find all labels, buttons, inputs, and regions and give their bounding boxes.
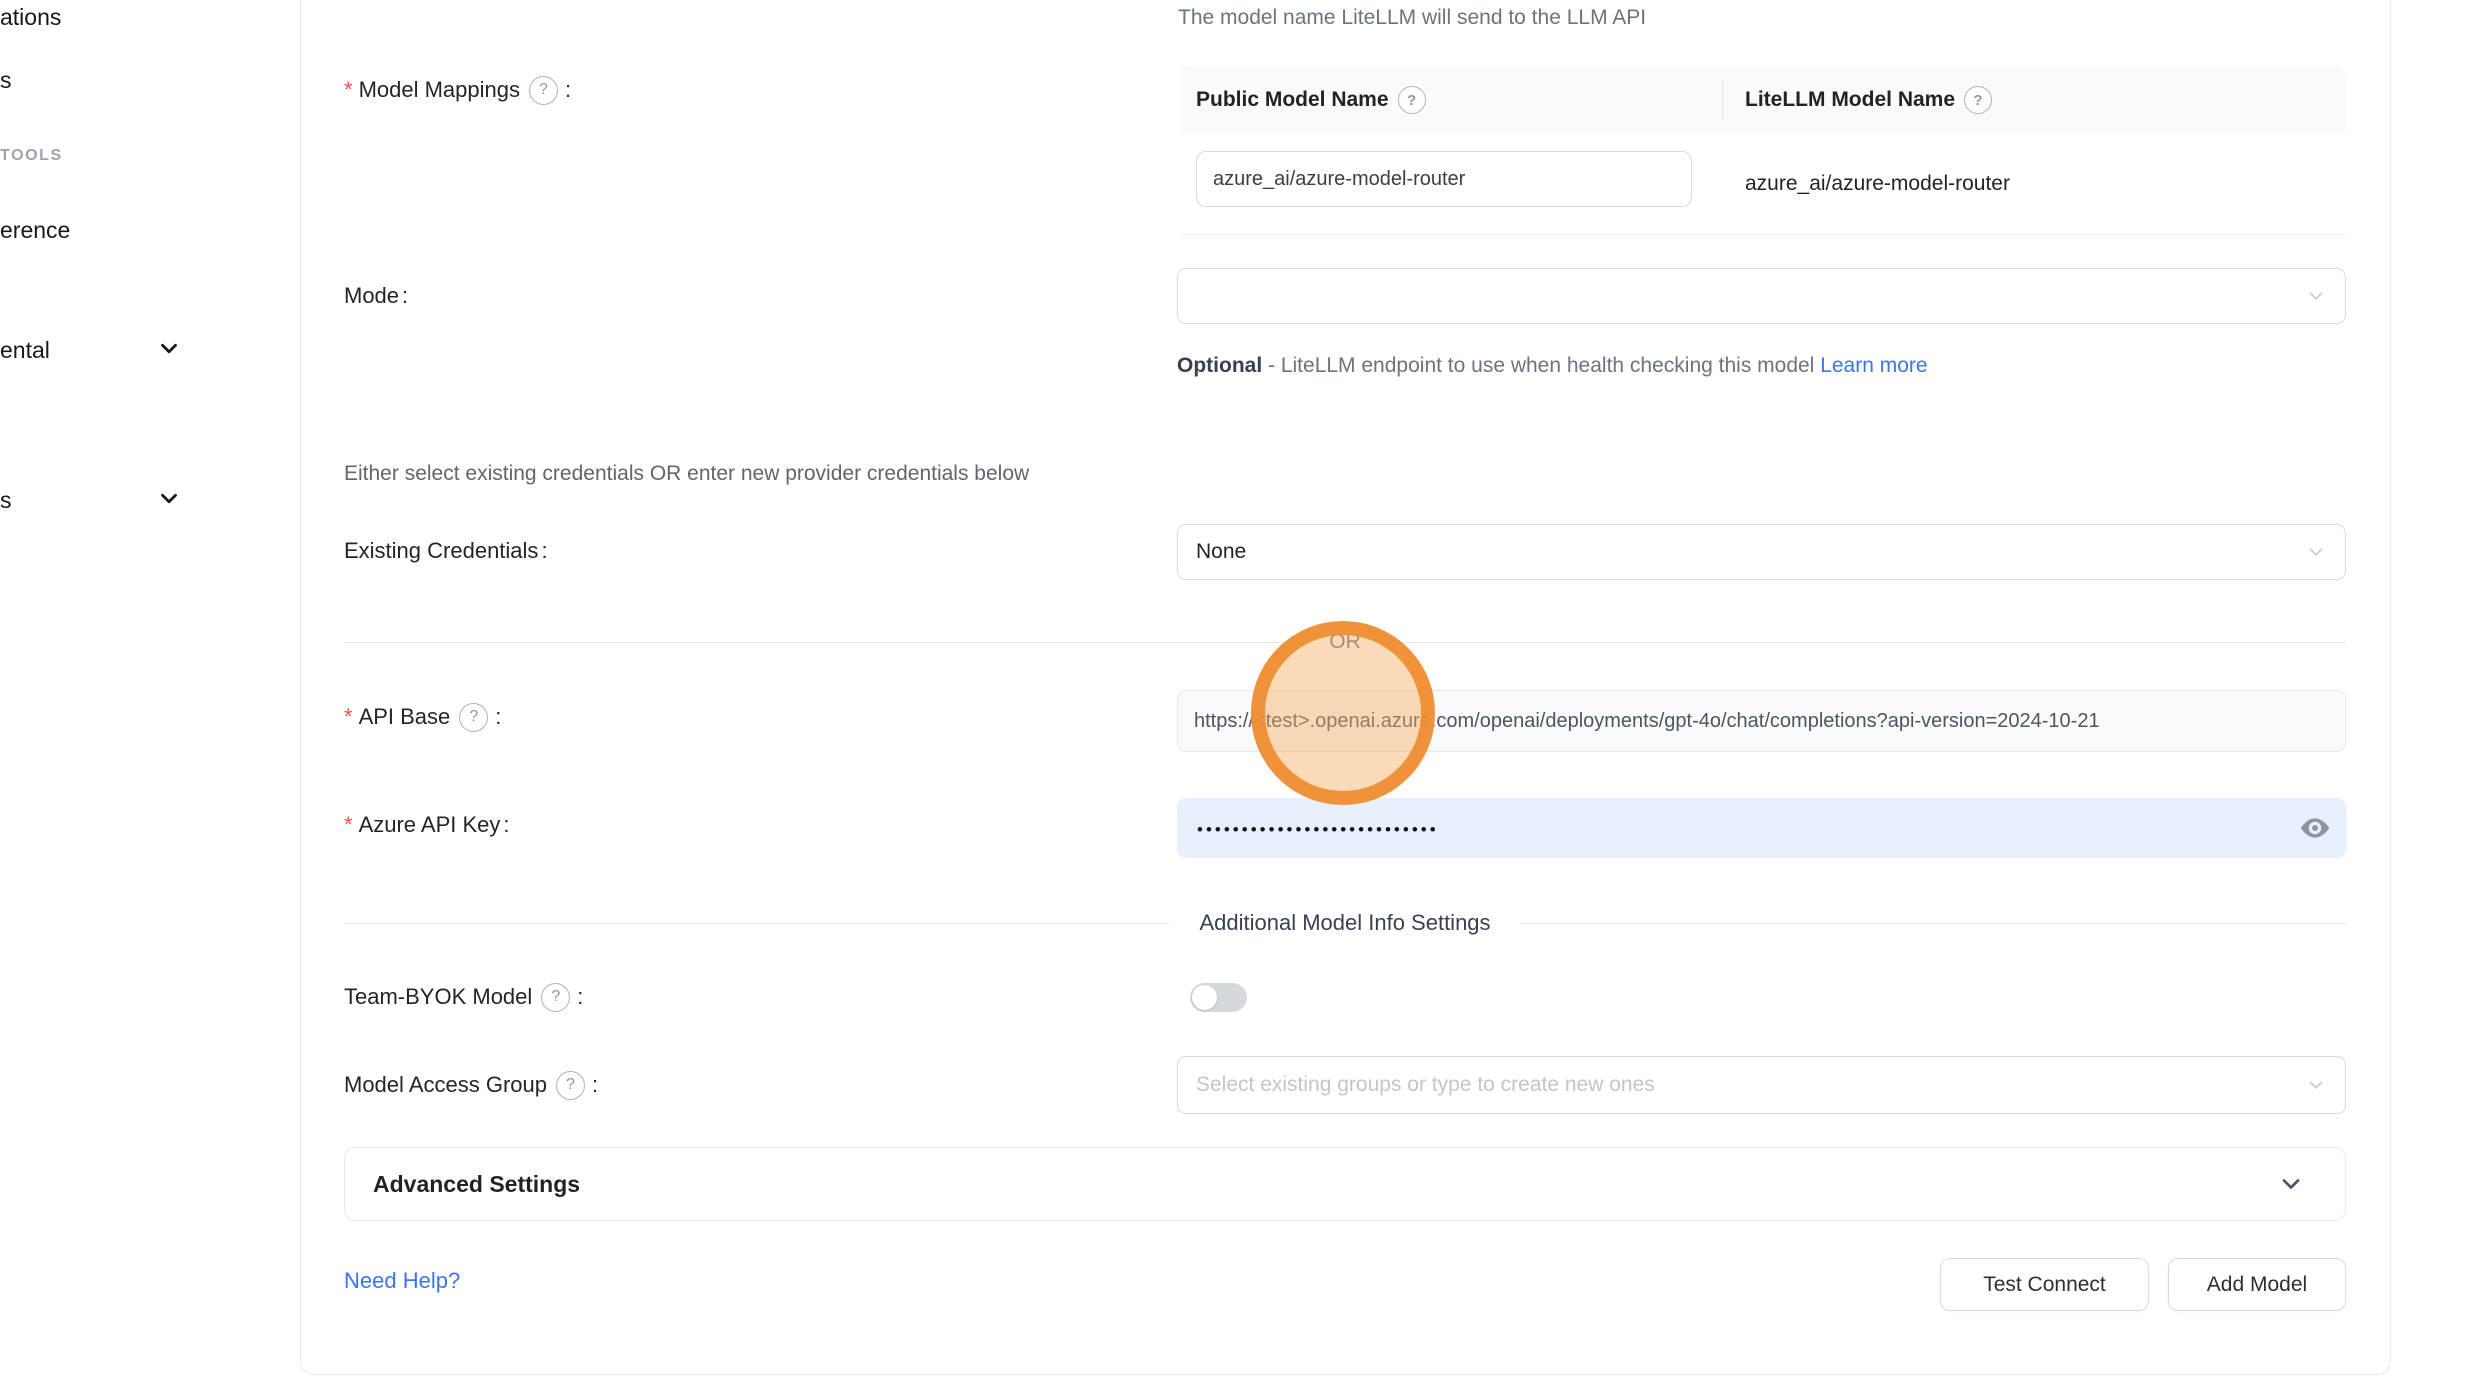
sidebar-item[interactable]: erence: [0, 213, 70, 247]
sidebar-group[interactable]: ental: [0, 333, 50, 367]
toggle-knob: [1192, 985, 1217, 1010]
sidebar-section-label: TOOLS: [0, 144, 63, 168]
additional-settings-divider: Additional Model Info Settings: [344, 910, 2346, 936]
help-icon[interactable]: ?: [1398, 86, 1426, 114]
help-icon[interactable]: ?: [541, 983, 570, 1012]
mode-hint: Optional - LiteLLM endpoint to use when …: [1177, 346, 1982, 386]
chevron-down-icon[interactable]: [156, 335, 182, 361]
chevron-down-icon: [2305, 541, 2327, 563]
sidebar-item-label: ations: [0, 4, 61, 31]
help-icon[interactable]: ?: [459, 703, 488, 732]
team-byok-label: Team-BYOK Model ? :: [344, 980, 583, 1014]
sidebar-item[interactable]: ations: [0, 0, 61, 34]
azure-api-key-label: * Azure API Key :: [344, 808, 510, 842]
help-icon[interactable]: ?: [529, 76, 558, 105]
mode-label: Mode:: [344, 279, 408, 313]
sidebar-group-label: s: [0, 487, 12, 514]
existing-credentials-label: Existing Credentials:: [344, 534, 548, 568]
model-mappings-table: Public Model Name ? LiteLLM Model Name ?…: [1180, 66, 2346, 235]
chevron-down-icon: [2277, 1170, 2305, 1198]
table-header-row: Public Model Name ? LiteLLM Model Name ?: [1180, 66, 2346, 134]
need-help-link[interactable]: Need Help?: [344, 1268, 460, 1294]
chevron-down-icon: [2305, 1074, 2327, 1096]
sidebar-group-label: ental: [0, 337, 50, 364]
model-access-group-label: Model Access Group ? :: [344, 1068, 598, 1102]
model-access-group-select[interactable]: Select existing groups or type to create…: [1177, 1056, 2346, 1114]
litellm-model-name-value: azure_ai/azure-model-router: [1745, 134, 2010, 234]
help-icon[interactable]: ?: [1964, 86, 1992, 114]
required-asterisk: *: [344, 814, 353, 836]
api-base-label: * API Base ? :: [344, 700, 501, 734]
advanced-settings-title: Advanced Settings: [373, 1171, 580, 1198]
or-divider: OR: [344, 630, 2346, 654]
table-row: azure_ai/azure-model-router: [1180, 134, 2346, 235]
table-header-public-model-name: Public Model Name ?: [1180, 86, 1722, 114]
sidebar-item-label: s: [0, 67, 12, 94]
learn-more-link[interactable]: Learn more: [1820, 354, 1927, 377]
test-connect-button[interactable]: Test Connect: [1940, 1258, 2149, 1311]
add-model-page: ations s TOOLS erence ental s The model …: [0, 0, 2477, 1385]
azure-api-key-input[interactable]: •••••••••••••••••••••••••••: [1177, 798, 2346, 858]
add-model-button[interactable]: Add Model: [2168, 1258, 2346, 1311]
required-asterisk: *: [344, 79, 353, 101]
eye-icon[interactable]: [2298, 811, 2332, 845]
mode-select[interactable]: [1177, 268, 2346, 324]
existing-credentials-select[interactable]: None: [1177, 524, 2346, 580]
public-model-name-input[interactable]: [1196, 151, 1692, 207]
help-icon[interactable]: ?: [556, 1071, 585, 1100]
api-base-input[interactable]: https://<test>.openai.azure.com/openai/d…: [1177, 690, 2346, 752]
sidebar-item[interactable]: s: [0, 63, 12, 97]
credentials-note: Either select existing credentials OR en…: [344, 462, 1029, 486]
table-header-litellm-model-name: LiteLLM Model Name ?: [1723, 86, 2346, 114]
chevron-down-icon: [2305, 285, 2327, 307]
model-name-hint: The model name LiteLLM will send to the …: [1178, 6, 1646, 30]
advanced-settings-header[interactable]: Advanced Settings: [344, 1147, 2346, 1221]
chevron-down-icon[interactable]: [156, 485, 182, 511]
team-byok-toggle[interactable]: [1190, 983, 1247, 1012]
sidebar-group[interactable]: s: [0, 483, 12, 517]
model-mappings-label: * Model Mappings ? :: [344, 73, 571, 107]
required-asterisk: *: [344, 706, 353, 728]
masked-password-dots: •••••••••••••••••••••••••••: [1197, 819, 1439, 838]
sidebar-item-label: erence: [0, 217, 70, 244]
